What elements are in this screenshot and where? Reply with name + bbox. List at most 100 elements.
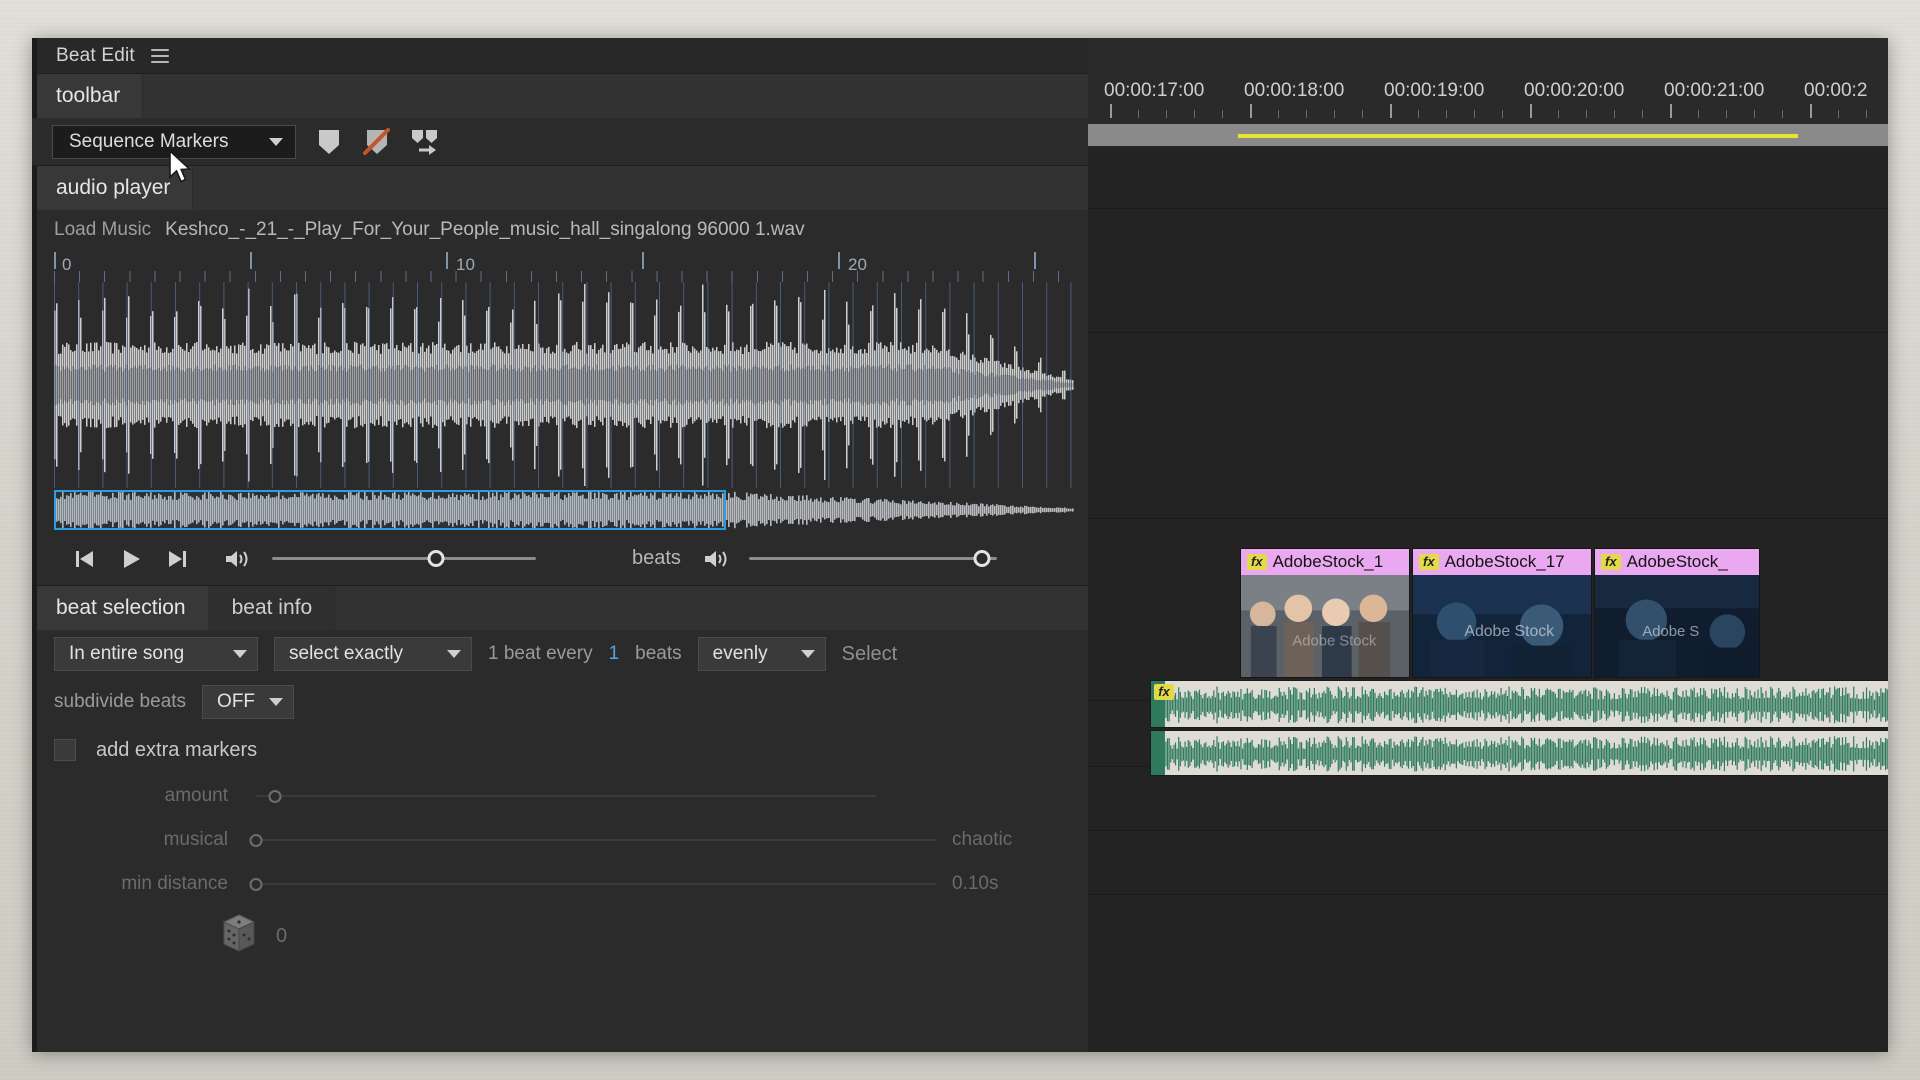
subdivide-label: subdivide beats xyxy=(54,691,187,712)
scope-dropdown[interactable]: In entire song xyxy=(54,637,258,671)
clip-thumbnail: Adobe Stock xyxy=(1241,575,1409,677)
every-value-field[interactable]: 1 xyxy=(609,643,620,665)
tab-audio-player-label: audio player xyxy=(56,176,171,199)
fx-badge-icon: fx xyxy=(1419,553,1439,571)
beat-selection-controls: In entire song select exactly 1 beat eve… xyxy=(32,630,1088,966)
skip-to-end-icon[interactable] xyxy=(154,542,200,576)
add-marker-icon[interactable] xyxy=(314,127,344,157)
toolbar-controls: Sequence Markers xyxy=(32,118,1088,166)
sequence-timeline-panel: 00:00:17:00 00:00:18:00 00:00:19:00 00:0… xyxy=(1088,38,1888,1052)
volume-speaker-icon[interactable] xyxy=(214,542,260,576)
svg-text:Adobe Stock: Adobe Stock xyxy=(1464,623,1554,640)
beat-selection-row-1: In entire song select exactly 1 beat eve… xyxy=(32,630,1088,678)
clip-name: AdobeStock_17 xyxy=(1444,552,1565,571)
skip-to-start-icon[interactable] xyxy=(62,542,108,576)
beats-volume-label: beats xyxy=(632,547,681,569)
min-distance-slider[interactable] xyxy=(249,874,936,894)
timeline-ruler[interactable]: 00:00:17:00 00:00:18:00 00:00:19:00 00:0… xyxy=(1088,38,1888,124)
scope-value: In entire song xyxy=(69,643,185,664)
subdivide-row: subdivide beats OFF xyxy=(32,678,1088,726)
load-music-button[interactable]: Load Music xyxy=(54,219,151,241)
chevron-down-icon xyxy=(233,650,247,658)
clip-header: fx AdobeStock_17 xyxy=(1413,549,1591,575)
waveform-ruler[interactable]: 0 10 20 xyxy=(54,250,1074,282)
timecode-label: 00:00:17:00 xyxy=(1104,80,1205,101)
svg-text:Adobe Stock: Adobe Stock xyxy=(1292,634,1377,650)
timecode-label: 00:00:18:00 xyxy=(1244,80,1345,101)
toolbar-section-header: toolbar xyxy=(32,74,1088,118)
distribution-dropdown[interactable]: evenly xyxy=(697,637,826,671)
timeline-tracks[interactable]: fx AdobeStock_1 Adobe Stock fx AdobeStoc… xyxy=(1088,146,1888,1052)
beat-tabs-header: beat selection beat info xyxy=(32,586,1088,630)
tab-toolbar[interactable]: toolbar xyxy=(32,74,143,118)
waveform-canvas[interactable] xyxy=(54,282,1074,488)
move-markers-icon[interactable] xyxy=(410,127,440,157)
tab-beat-selection[interactable]: beat selection xyxy=(32,586,208,630)
min-distance-right-label: 0.10s xyxy=(952,873,999,894)
transport-controls: beats xyxy=(32,532,1088,586)
loaded-filename: Keshco_-_21_-_Play_For_Your_People_music… xyxy=(165,219,805,240)
timeline-render-bar xyxy=(1238,134,1798,138)
play-icon[interactable] xyxy=(108,542,154,576)
timeline-video-clip[interactable]: fx AdobeStock_17 Adobe Stock xyxy=(1412,548,1592,678)
timecode-label: 00:00:20:00 xyxy=(1524,80,1625,101)
clip-name: AdobeStock_1 xyxy=(1272,552,1384,571)
amount-label: amount xyxy=(164,785,228,806)
musical-slider[interactable] xyxy=(249,830,936,850)
marker-source-value: Sequence Markers xyxy=(69,130,229,152)
dice-icon[interactable] xyxy=(220,913,258,960)
extra-markers-row: add extra markers xyxy=(32,726,1088,774)
volume-slider[interactable] xyxy=(272,548,536,570)
delete-marker-icon[interactable] xyxy=(362,127,392,157)
audio-player-section-filler xyxy=(192,166,1088,210)
toolbar-section-filler xyxy=(142,74,1088,118)
amount-slider[interactable] xyxy=(256,786,876,806)
seed-row: 0 xyxy=(32,906,1088,966)
beats-speaker-icon[interactable] xyxy=(693,542,739,576)
clip-header: fx AdobeStock_1 xyxy=(1241,549,1409,575)
audio-player-section-header: audio player xyxy=(32,166,1088,210)
waveform-overview[interactable] xyxy=(54,488,1074,532)
chevron-down-icon xyxy=(269,698,284,706)
timecode-label: 00:00:19:00 xyxy=(1384,80,1485,101)
timeline-video-clip[interactable]: fx AdobeStock_ Adobe S xyxy=(1594,548,1760,678)
beats-volume-slider[interactable] xyxy=(748,548,997,570)
marker-source-dropdown[interactable]: Sequence Markers xyxy=(52,124,296,159)
clip-header: fx AdobeStock_ xyxy=(1595,549,1759,575)
screen-root: Beat Edit toolbar Sequence Markers audio… xyxy=(0,0,1920,1080)
tab-beat-info-label: beat info xyxy=(231,596,313,619)
tab-beat-info[interactable]: beat info xyxy=(207,586,335,630)
clip-thumbnail: Adobe Stock xyxy=(1413,575,1591,677)
chevron-down-icon xyxy=(269,137,283,146)
fx-badge-icon: fx xyxy=(1151,681,1177,703)
distribution-value: evenly xyxy=(712,643,768,664)
select-button[interactable]: Select xyxy=(842,643,898,666)
panel-left-edge xyxy=(32,38,37,1052)
seed-value[interactable]: 0 xyxy=(276,925,287,948)
amount-slider-row: amount xyxy=(32,774,1088,818)
svg-text:Adobe S: Adobe S xyxy=(1642,624,1699,640)
timecode-label: 00:00:21:00 xyxy=(1664,80,1765,101)
min-distance-slider-row: min distance 0.10s xyxy=(32,862,1088,906)
musical-slider-row: musical chaotic xyxy=(32,818,1088,862)
load-music-row: Load Music Keshco_-_21_-_Play_For_Your_P… xyxy=(32,210,1088,250)
chevron-down-icon xyxy=(800,650,815,658)
mode-value: select exactly xyxy=(289,643,404,664)
fx-badge-icon: fx xyxy=(1601,553,1621,571)
every-suffix-label: beats xyxy=(635,643,682,664)
subdivide-dropdown[interactable]: OFF xyxy=(202,685,295,719)
clip-name: AdobeStock_ xyxy=(1626,552,1728,571)
add-extra-markers-checkbox[interactable] xyxy=(54,739,76,761)
min-distance-label: min distance xyxy=(121,873,228,894)
beat-edit-panel: Beat Edit toolbar Sequence Markers audio… xyxy=(32,38,1088,1052)
tab-audio-player[interactable]: audio player xyxy=(32,166,193,210)
timeline-audio-clip[interactable]: fx xyxy=(1150,680,1888,728)
waveform-area[interactable]: 0 10 20 xyxy=(54,250,1074,532)
mode-dropdown[interactable]: select exactly xyxy=(274,637,472,671)
timeline-audio-clip[interactable] xyxy=(1150,730,1888,776)
fx-badge-icon: fx xyxy=(1247,553,1267,571)
timeline-video-clip[interactable]: fx AdobeStock_1 Adobe Stock xyxy=(1240,548,1410,678)
clip-thumbnail: Adobe S xyxy=(1595,575,1759,677)
hamburger-icon[interactable] xyxy=(150,48,169,63)
musical-label: musical xyxy=(163,829,228,850)
